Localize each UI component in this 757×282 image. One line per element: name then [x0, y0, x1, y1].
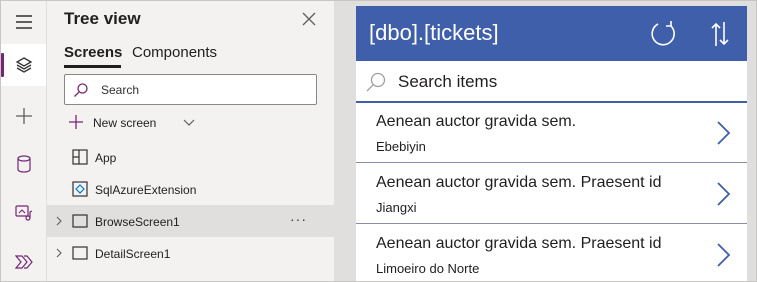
search-icon: [74, 83, 88, 97]
tab-screens[interactable]: Screens: [64, 44, 122, 61]
gallery-search-placeholder: Search items: [398, 72, 498, 91]
screen-icon: [72, 246, 88, 260]
refresh-icon[interactable]: [649, 18, 679, 48]
gallery-item-title: Aenean auctor gravida sem. Praesent id: [376, 235, 662, 252]
tree-node-label: BrowseScreen1: [95, 215, 180, 229]
active-tab-indicator: [64, 65, 121, 68]
power-automate-button[interactable]: [1, 241, 46, 281]
media-icon: [14, 205, 32, 221]
menu-icon: [15, 15, 32, 29]
tree-node-app[interactable]: App: [47, 141, 334, 173]
left-rail: [1, 1, 47, 281]
plus-icon: [69, 115, 83, 129]
chevron-right-icon[interactable]: [716, 242, 732, 268]
search-icon: [366, 72, 386, 92]
insert-icon: [15, 108, 32, 124]
chevron-right-icon[interactable]: [716, 120, 732, 146]
gallery-item-subtitle: Limoeiro do Norte: [376, 261, 480, 276]
tree-search-placeholder: Search: [101, 83, 140, 97]
gallery-item[interactable]: Aenean auctor gravida sem. Praesent id J…: [356, 164, 747, 224]
close-icon[interactable]: [300, 10, 318, 28]
chevron-right-icon[interactable]: [716, 181, 732, 207]
app-icon: [72, 149, 88, 165]
power-automate-icon: [14, 255, 33, 269]
chevron-right-icon[interactable]: [55, 216, 63, 226]
sort-icon[interactable]: [709, 20, 731, 48]
chevron-right-icon[interactable]: [55, 248, 63, 258]
tree-view-pane: Tree view Screens Components Search New …: [47, 1, 335, 281]
tree-view-button[interactable]: [1, 44, 46, 86]
tree-search-input[interactable]: Search: [64, 74, 317, 105]
tree-node-label: DetailScreen1: [95, 247, 171, 261]
pane-title: Tree view: [64, 9, 141, 28]
tree-node-label: SqlAzureExtension: [95, 183, 197, 197]
gallery-item[interactable]: Aenean auctor gravida sem. Ebebiyin: [356, 103, 747, 163]
media-button[interactable]: [1, 192, 46, 234]
gallery-item-subtitle: Jiangxi: [376, 200, 417, 215]
component-icon: [72, 181, 88, 197]
menu-button[interactable]: [1, 1, 46, 43]
tree-node-label: App: [95, 151, 117, 165]
gallery-item-title: Aenean auctor gravida sem. Praesent id: [376, 174, 662, 191]
tree-view-icon: [15, 57, 32, 73]
design-canvas: [dbo].[tickets] Search items Aenean auct…: [335, 1, 756, 281]
app-window: Tree view Screens Components Search New …: [0, 0, 757, 282]
gallery-item-subtitle: Ebebiyin: [376, 139, 426, 154]
gallery-search-input[interactable]: Search items: [356, 61, 747, 103]
new-screen-label: New screen: [93, 116, 157, 130]
screen-icon: [72, 214, 88, 228]
gallery-item-title: Aenean auctor gravida sem.: [376, 113, 577, 130]
gallery-item[interactable]: Aenean auctor gravida sem. Praesent id L…: [356, 225, 747, 281]
tree-node-sqlazureextension[interactable]: SqlAzureExtension: [47, 173, 334, 205]
data-button[interactable]: [1, 143, 46, 185]
more-options-icon[interactable]: ···: [290, 211, 307, 227]
app-title: [dbo].[tickets]: [369, 20, 499, 45]
data-icon: [16, 155, 31, 173]
tab-components[interactable]: Components: [132, 44, 217, 61]
chevron-down-icon: [183, 119, 195, 126]
app-header: [dbo].[tickets]: [356, 6, 747, 61]
insert-button[interactable]: [1, 95, 46, 137]
tree-node-detailscreen1[interactable]: DetailScreen1: [47, 237, 334, 269]
browse-screen-preview: [dbo].[tickets] Search items Aenean auct…: [356, 6, 747, 281]
tree-node-browsescreen1[interactable]: BrowseScreen1 ···: [47, 205, 334, 237]
